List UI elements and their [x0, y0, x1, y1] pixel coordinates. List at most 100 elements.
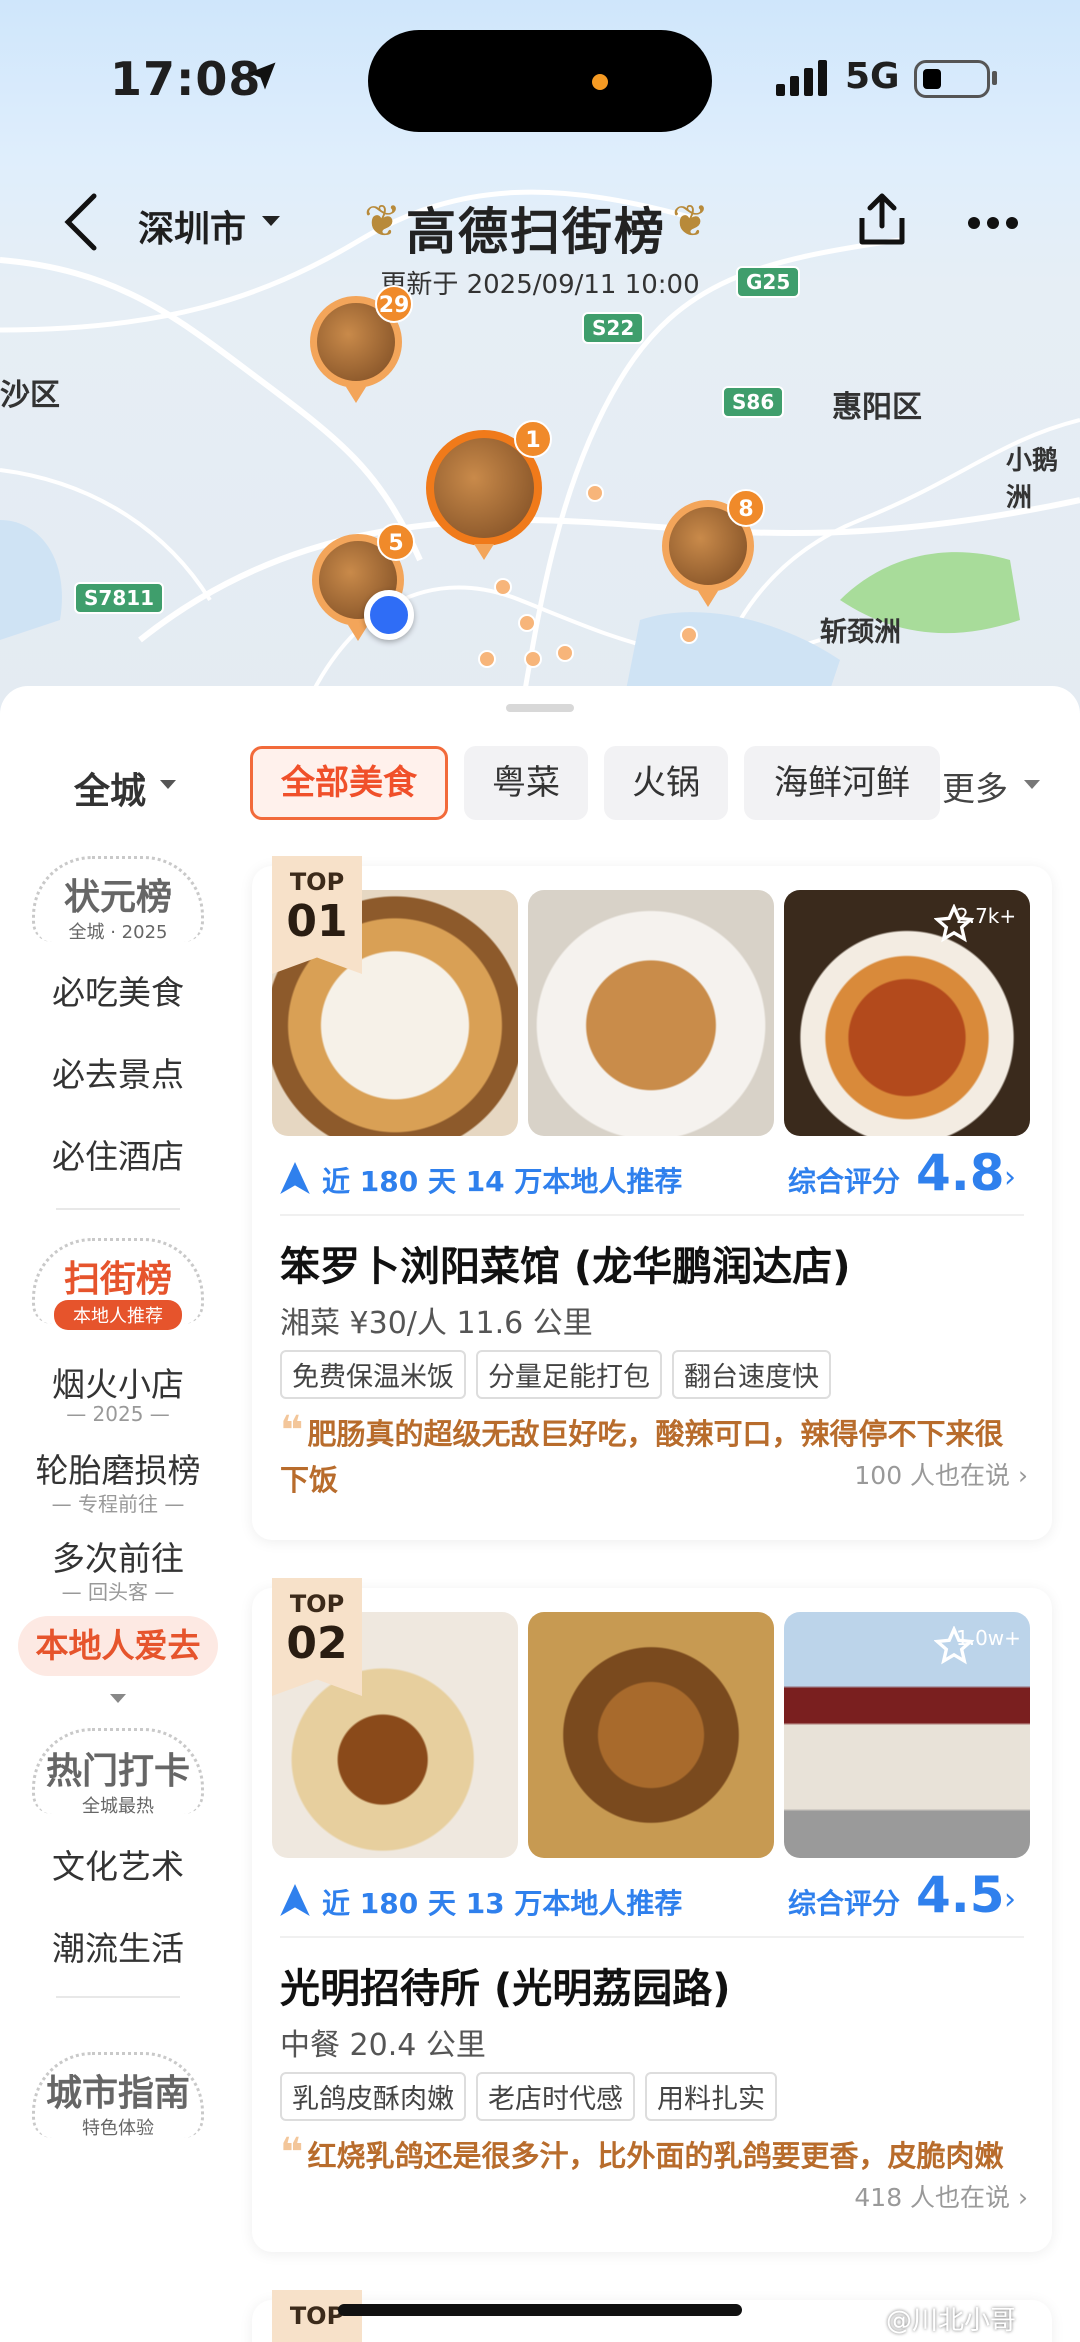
favorite-count: 2.7k+	[956, 904, 1017, 928]
recommend-row[interactable]: 近 180 天 13 万本地人推荐 综合评分 4.5 ›	[280, 1866, 1030, 1926]
tag: 免费保温米饭	[280, 1350, 466, 1399]
map-dot[interactable]	[680, 626, 698, 644]
sidebar-badge-title[interactable]: 热门打卡	[0, 1742, 236, 1794]
map-pin[interactable]: 8	[662, 489, 765, 607]
restaurant-card[interactable]: TOP 01 2.7k+ 近 180 天 14 万本地人推荐 综合评分 4.8 …	[252, 856, 1052, 1540]
city-selector[interactable]: 深圳市	[138, 200, 246, 252]
more-icon[interactable]	[968, 216, 1018, 230]
sidebar-item-selected[interactable]: 本地人爱去	[18, 1616, 218, 1676]
restaurant-name[interactable]: 光明招待所 (光明荔园路)	[280, 1956, 731, 2014]
review-count-link[interactable]: 100 人也在说 ›	[854, 1456, 1028, 1492]
score-value: 4.5	[916, 1866, 1005, 1924]
sidebar-badge-title[interactable]: 扫街榜	[0, 1250, 236, 1302]
divider	[56, 1208, 180, 1210]
home-indicator[interactable]	[338, 2304, 742, 2316]
sidebar-badge-sub: 全城 · 2025	[68, 922, 168, 943]
sidebar-item-sub: — 回头客 —	[61, 1580, 175, 1604]
dynamic-island	[368, 30, 712, 132]
restaurant-card[interactable]: TOP 02 1.0w+ 近 180 天 13 万本地人推荐 综合评分 4.5 …	[252, 1578, 1052, 2252]
map-pin[interactable]: 29	[310, 285, 413, 403]
share-icon[interactable]	[854, 190, 910, 250]
tag: 用料扎实	[645, 2072, 777, 2121]
top-bar: 深圳市 ❦ 高德扫街榜 ❦	[0, 186, 1080, 261]
sidebar-item[interactable]: 烟火小店	[0, 1358, 236, 1406]
map-dot[interactable]	[586, 484, 604, 502]
laurel-right-icon: ❦	[672, 196, 709, 247]
my-location-marker	[364, 590, 414, 640]
tag-list: 乳鸽皮酥肉嫩 老店时代感 用料扎实	[280, 2072, 787, 2121]
tag: 翻台速度快	[672, 1350, 831, 1399]
sidebar-badge-sub: 本地人推荐	[54, 1300, 182, 1330]
signal-icon	[776, 60, 827, 96]
clock: 17:08	[110, 52, 262, 106]
restaurant-meta: 湘菜 ¥30/人 11.6 公里	[280, 1306, 593, 1341]
map-view[interactable]: 17:08 5G 深圳市 ❦ 高德扫街榜 ❦ 更新于 2025/09/11 10…	[0, 0, 1080, 720]
scope-selector[interactable]: 全城	[74, 762, 146, 814]
map-pin[interactable]: 1	[426, 420, 552, 560]
quote-icon: ❝	[280, 1408, 304, 1454]
sidebar-item-sub: — 2025 —	[66, 1402, 170, 1426]
rank-badge: TOP 01	[272, 856, 362, 974]
navigation-icon	[280, 1162, 310, 1194]
sidebar-item[interactable]: 必去景点	[0, 1048, 236, 1096]
rank-badge: TOP	[272, 2290, 362, 2342]
sidebar-badge-title[interactable]: 状元榜	[0, 868, 236, 920]
sidebar-badge-sub: 全城最热	[82, 1796, 154, 1817]
back-arrow-icon[interactable]	[62, 192, 102, 252]
sidebar-badge-title[interactable]: 城市指南	[0, 2064, 236, 2116]
restaurant-meta: 中餐 20.4 公里	[280, 2028, 486, 2063]
map-place-label: 惠阳区	[832, 390, 922, 425]
status-bar: 17:08 5G	[0, 0, 1080, 160]
chevron-down-icon[interactable]	[110, 1694, 126, 1703]
battery-icon	[914, 60, 990, 98]
map-place-label: 小鹅洲	[1006, 446, 1059, 513]
map-place-label: 沙区	[0, 378, 60, 413]
chevron-right-icon: ›	[1004, 1882, 1016, 1917]
bottom-sheet: 全城 全部美食 粤菜 火锅 海鲜河鲜 更多 状元榜 全城 · 2025 必吃美食…	[0, 686, 1080, 2342]
watermark: @川北小哥	[886, 2306, 1017, 2336]
map-dot[interactable]	[524, 650, 542, 668]
network-type: 5G	[845, 56, 900, 97]
divider	[56, 1996, 180, 1998]
map-dot[interactable]	[494, 578, 512, 596]
rank-badge: TOP 02	[272, 1578, 362, 1696]
map-dot[interactable]	[556, 644, 574, 662]
sidebar-item[interactable]: 必住酒店	[0, 1130, 236, 1178]
sidebar-item[interactable]: 多次前往	[0, 1532, 236, 1580]
review-count-link[interactable]: 418 人也在说 ›	[854, 2178, 1028, 2214]
sheet-grabber[interactable]	[506, 704, 574, 712]
chevron-down-icon	[160, 780, 176, 789]
chip-all-food[interactable]: 全部美食	[250, 746, 448, 820]
page-title: 高德扫街榜	[406, 203, 666, 261]
sidebar-item[interactable]: 轮胎磨损榜	[0, 1444, 236, 1492]
tag: 老店时代感	[476, 2072, 635, 2121]
recommend-text: 近 180 天 13 万本地人推荐	[322, 1887, 683, 1920]
quote-icon: ❝	[280, 2130, 304, 2176]
favorite-count: 1.0w+	[956, 1626, 1021, 1650]
chip-hotpot[interactable]: 火锅	[604, 746, 728, 820]
chevron-down-icon	[262, 216, 280, 226]
food-photo[interactable]	[528, 1612, 774, 1858]
food-photo[interactable]	[528, 890, 774, 1136]
restaurant-name[interactable]: 笨罗卜浏阳菜馆 (龙华鹏润达店)	[280, 1234, 851, 1292]
recommend-row[interactable]: 近 180 天 14 万本地人推荐 综合评分 4.8 ›	[280, 1144, 1030, 1204]
chip-cantonese[interactable]: 粤菜	[464, 746, 588, 820]
sidebar-item-sub: — 专程前往 —	[51, 1492, 185, 1516]
road-badge: S22	[582, 312, 645, 344]
map-place-label: 斩颈洲	[820, 617, 901, 648]
sidebar-item[interactable]: 必吃美食	[0, 966, 236, 1014]
sidebar-item[interactable]: 潮流生活	[0, 1922, 236, 1970]
chip-more[interactable]: 更多	[942, 762, 1008, 810]
map-dot[interactable]	[478, 650, 496, 668]
review-quote[interactable]: ❝ 红烧乳鸽还是很多汁，比外面的乳鸽要更香，皮脆肉嫩	[280, 2130, 1030, 2179]
laurel-left-icon: ❦	[364, 196, 401, 247]
sidebar-item[interactable]: 文化艺术	[0, 1840, 236, 1888]
chip-seafood[interactable]: 海鲜河鲜	[744, 746, 940, 820]
tag: 分量足能打包	[476, 1350, 662, 1399]
sidebar-badge-sub: 特色体验	[82, 2118, 154, 2139]
score-label: 综合评分	[788, 1165, 901, 1198]
recommend-text: 近 180 天 14 万本地人推荐	[322, 1165, 683, 1198]
location-arrow-icon	[248, 62, 276, 90]
map-dot[interactable]	[518, 614, 536, 632]
chevron-right-icon: ›	[1004, 1160, 1016, 1195]
